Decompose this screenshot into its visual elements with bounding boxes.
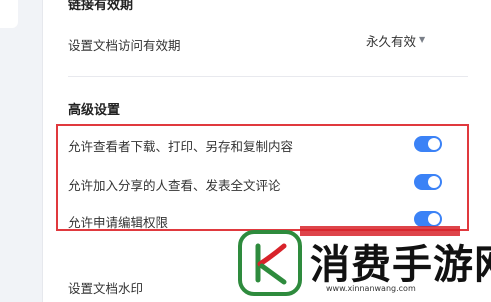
watermark-url: www.xinnanwang.com: [326, 284, 416, 293]
watermark-setting-label: 设置文档水印: [68, 281, 144, 296]
doc-access-label: 设置文档访问有效期: [68, 38, 181, 53]
left-sidebar: [0, 0, 43, 302]
allow-comment-toggle[interactable]: [414, 174, 442, 190]
site-logo-icon: [238, 230, 302, 296]
sidebar-tab[interactable]: [0, 0, 18, 28]
section-divider: [68, 76, 468, 77]
caret-down-icon: ▼: [419, 35, 426, 44]
toggle-knob: [428, 176, 440, 188]
allow-comment-label: 允许加入分享的人查看、发表全文评论: [68, 178, 281, 193]
allow-edit-request-toggle[interactable]: [414, 211, 442, 227]
allow-download-toggle[interactable]: [414, 136, 442, 152]
toggle-knob: [428, 213, 440, 225]
watermark-title: 消费手游网: [310, 241, 491, 288]
toggle-knob: [428, 138, 440, 150]
doc-access-value: 永久有效: [366, 33, 417, 49]
allow-edit-request-label: 允许申请编辑权限: [68, 215, 169, 230]
advanced-settings-title: 高级设置: [68, 103, 121, 118]
link-validity-title: 链接有效期: [68, 0, 134, 13]
allow-download-label: 允许查看者下载、打印、另存和复制内容: [68, 139, 294, 154]
doc-access-select[interactable]: 永久有效 ▼: [366, 29, 425, 51]
